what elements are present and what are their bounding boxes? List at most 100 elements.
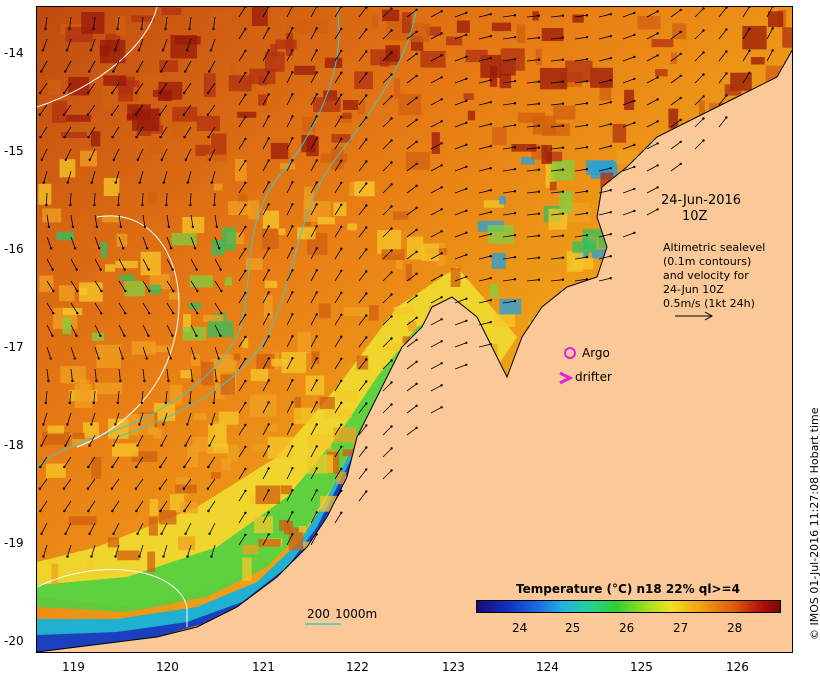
velocity-arrow-head [489, 233, 492, 236]
sst-pixel-patch [103, 177, 120, 196]
velocity-arrow-head [186, 555, 189, 558]
velocity-arrow-head [561, 146, 565, 149]
credit-text: © IMOS 01-Jul-2016 11:27:08 Hobart time [808, 407, 820, 641]
velocity-arrow-head [633, 231, 636, 235]
velocity-arrow-head [186, 181, 189, 184]
velocity-arrow-head [123, 334, 126, 337]
sst-pixel-patch [94, 382, 123, 395]
velocity-arrow-head [365, 380, 368, 383]
velocity-arrow-head [440, 142, 443, 145]
sst-pixel-patch [742, 25, 767, 50]
velocity-arrow-head [212, 401, 215, 405]
velocity-arrow-head [184, 532, 187, 535]
velocity-arrow-head [167, 379, 170, 383]
velocity-arrow-head [171, 334, 174, 337]
velocity-arrow-head [465, 11, 468, 14]
sst-pixel-patch [124, 281, 145, 297]
sst-pixel-patch [333, 427, 357, 443]
velocity-arrow-head [112, 70, 115, 73]
velocity-arrow-head [291, 335, 294, 338]
lat-tick: -17 [4, 340, 24, 354]
velocity-arrow-head [244, 291, 247, 295]
velocity-arrow-head [92, 401, 95, 405]
velocity-arrow-head [116, 27, 119, 31]
velocity-arrow-head [158, 113, 162, 116]
velocity-arrow-head [291, 357, 294, 360]
velocity-arrow-head [725, 116, 728, 119]
sst-pixel-patch [251, 7, 268, 26]
velocity-arrow-head [162, 555, 165, 558]
velocity-arrow-head [191, 379, 194, 383]
velocity-arrow-head [71, 379, 74, 383]
velocity-arrow-head [66, 423, 69, 426]
velocity-arrow-head [41, 49, 45, 52]
velocity-arrow-head [679, 74, 682, 78]
velocity-arrow-head [267, 379, 270, 382]
velocity-arrow-head [47, 379, 50, 383]
velocity-arrow-head [267, 27, 270, 30]
velocity-arrow-head [117, 203, 120, 207]
sst-pixel-patch [420, 51, 446, 68]
velocity-arrow-head [609, 35, 612, 38]
velocity-arrow-head [390, 447, 393, 450]
velocity-arrow-head [315, 269, 318, 272]
sst-pixel-patch [342, 112, 352, 119]
sst-pixel-patch [86, 560, 93, 571]
velocity-arrow-head [39, 509, 42, 513]
velocity-arrow-head [537, 14, 541, 17]
sst-pixel-patch [549, 181, 557, 191]
velocity-arrow-head [65, 49, 69, 52]
velocity-arrow-head [169, 357, 172, 360]
velocity-arrow-head [489, 299, 492, 302]
velocity-arrow-head [182, 113, 186, 116]
velocity-arrow-head [465, 231, 468, 234]
velocity-arrow-head [76, 312, 79, 315]
velocity-arrow-head [537, 190, 541, 193]
velocity-arrow-head [440, 120, 443, 123]
velocity-arrow-head [365, 72, 368, 75]
velocity-arrow-head [291, 379, 294, 382]
sst-pixel-patch [347, 223, 358, 231]
velocity-arrow-head [415, 316, 418, 319]
sst-pixel-patch [655, 69, 668, 77]
velocity-arrow-head [110, 113, 114, 116]
velocity-arrow-head [291, 181, 294, 184]
sst-pixel-patch [566, 251, 584, 272]
sst-pixel-patch [651, 39, 674, 48]
velocity-arrow-head [537, 146, 541, 149]
velocity-arrow-head [633, 121, 636, 125]
velocity-arrow-head [633, 77, 636, 81]
velocity-arrow-head [315, 379, 318, 382]
velocity-arrow-head [209, 49, 213, 52]
velocity-arrow-head [63, 135, 66, 139]
velocity-arrow-head [725, 28, 728, 31]
sst-pixel-patch [80, 150, 97, 167]
velocity-arrow-head [136, 70, 139, 73]
sst-map: 24-Jun-2016 10Z Altimetric sealevel (0.1… [36, 6, 793, 653]
velocity-arrow-head [244, 445, 247, 449]
velocity-arrow-head [291, 445, 294, 448]
velocity-arrow-head [340, 335, 343, 338]
velocity-arrow-head [415, 272, 418, 275]
velocity-arrow-head [440, 362, 443, 365]
velocity-arrow-head [135, 135, 138, 139]
velocity-arrow-head [188, 27, 191, 31]
velocity-arrow-head [340, 71, 343, 75]
velocity-arrow-head [415, 228, 418, 231]
sst-pixel-patch [393, 211, 409, 220]
velocity-arrow-head [49, 357, 52, 360]
velocity-arrow-head [315, 203, 318, 206]
velocity-arrow-head [182, 487, 186, 490]
velocity-arrow-head [244, 357, 247, 361]
velocity-arrow-head [340, 159, 343, 162]
sst-pixel-patch [319, 396, 335, 410]
velocity-arrow-head [267, 269, 270, 272]
velocity-arrow-head [68, 401, 71, 405]
velocity-arrow-head [244, 467, 247, 471]
velocity-arrow-head [193, 357, 196, 360]
velocity-arrow-head [52, 312, 55, 315]
velocity-arrow-head [537, 102, 541, 105]
velocity-arrow-head [40, 532, 43, 535]
velocity-arrow-head [164, 27, 167, 31]
lon-tick: 126 [726, 660, 749, 674]
